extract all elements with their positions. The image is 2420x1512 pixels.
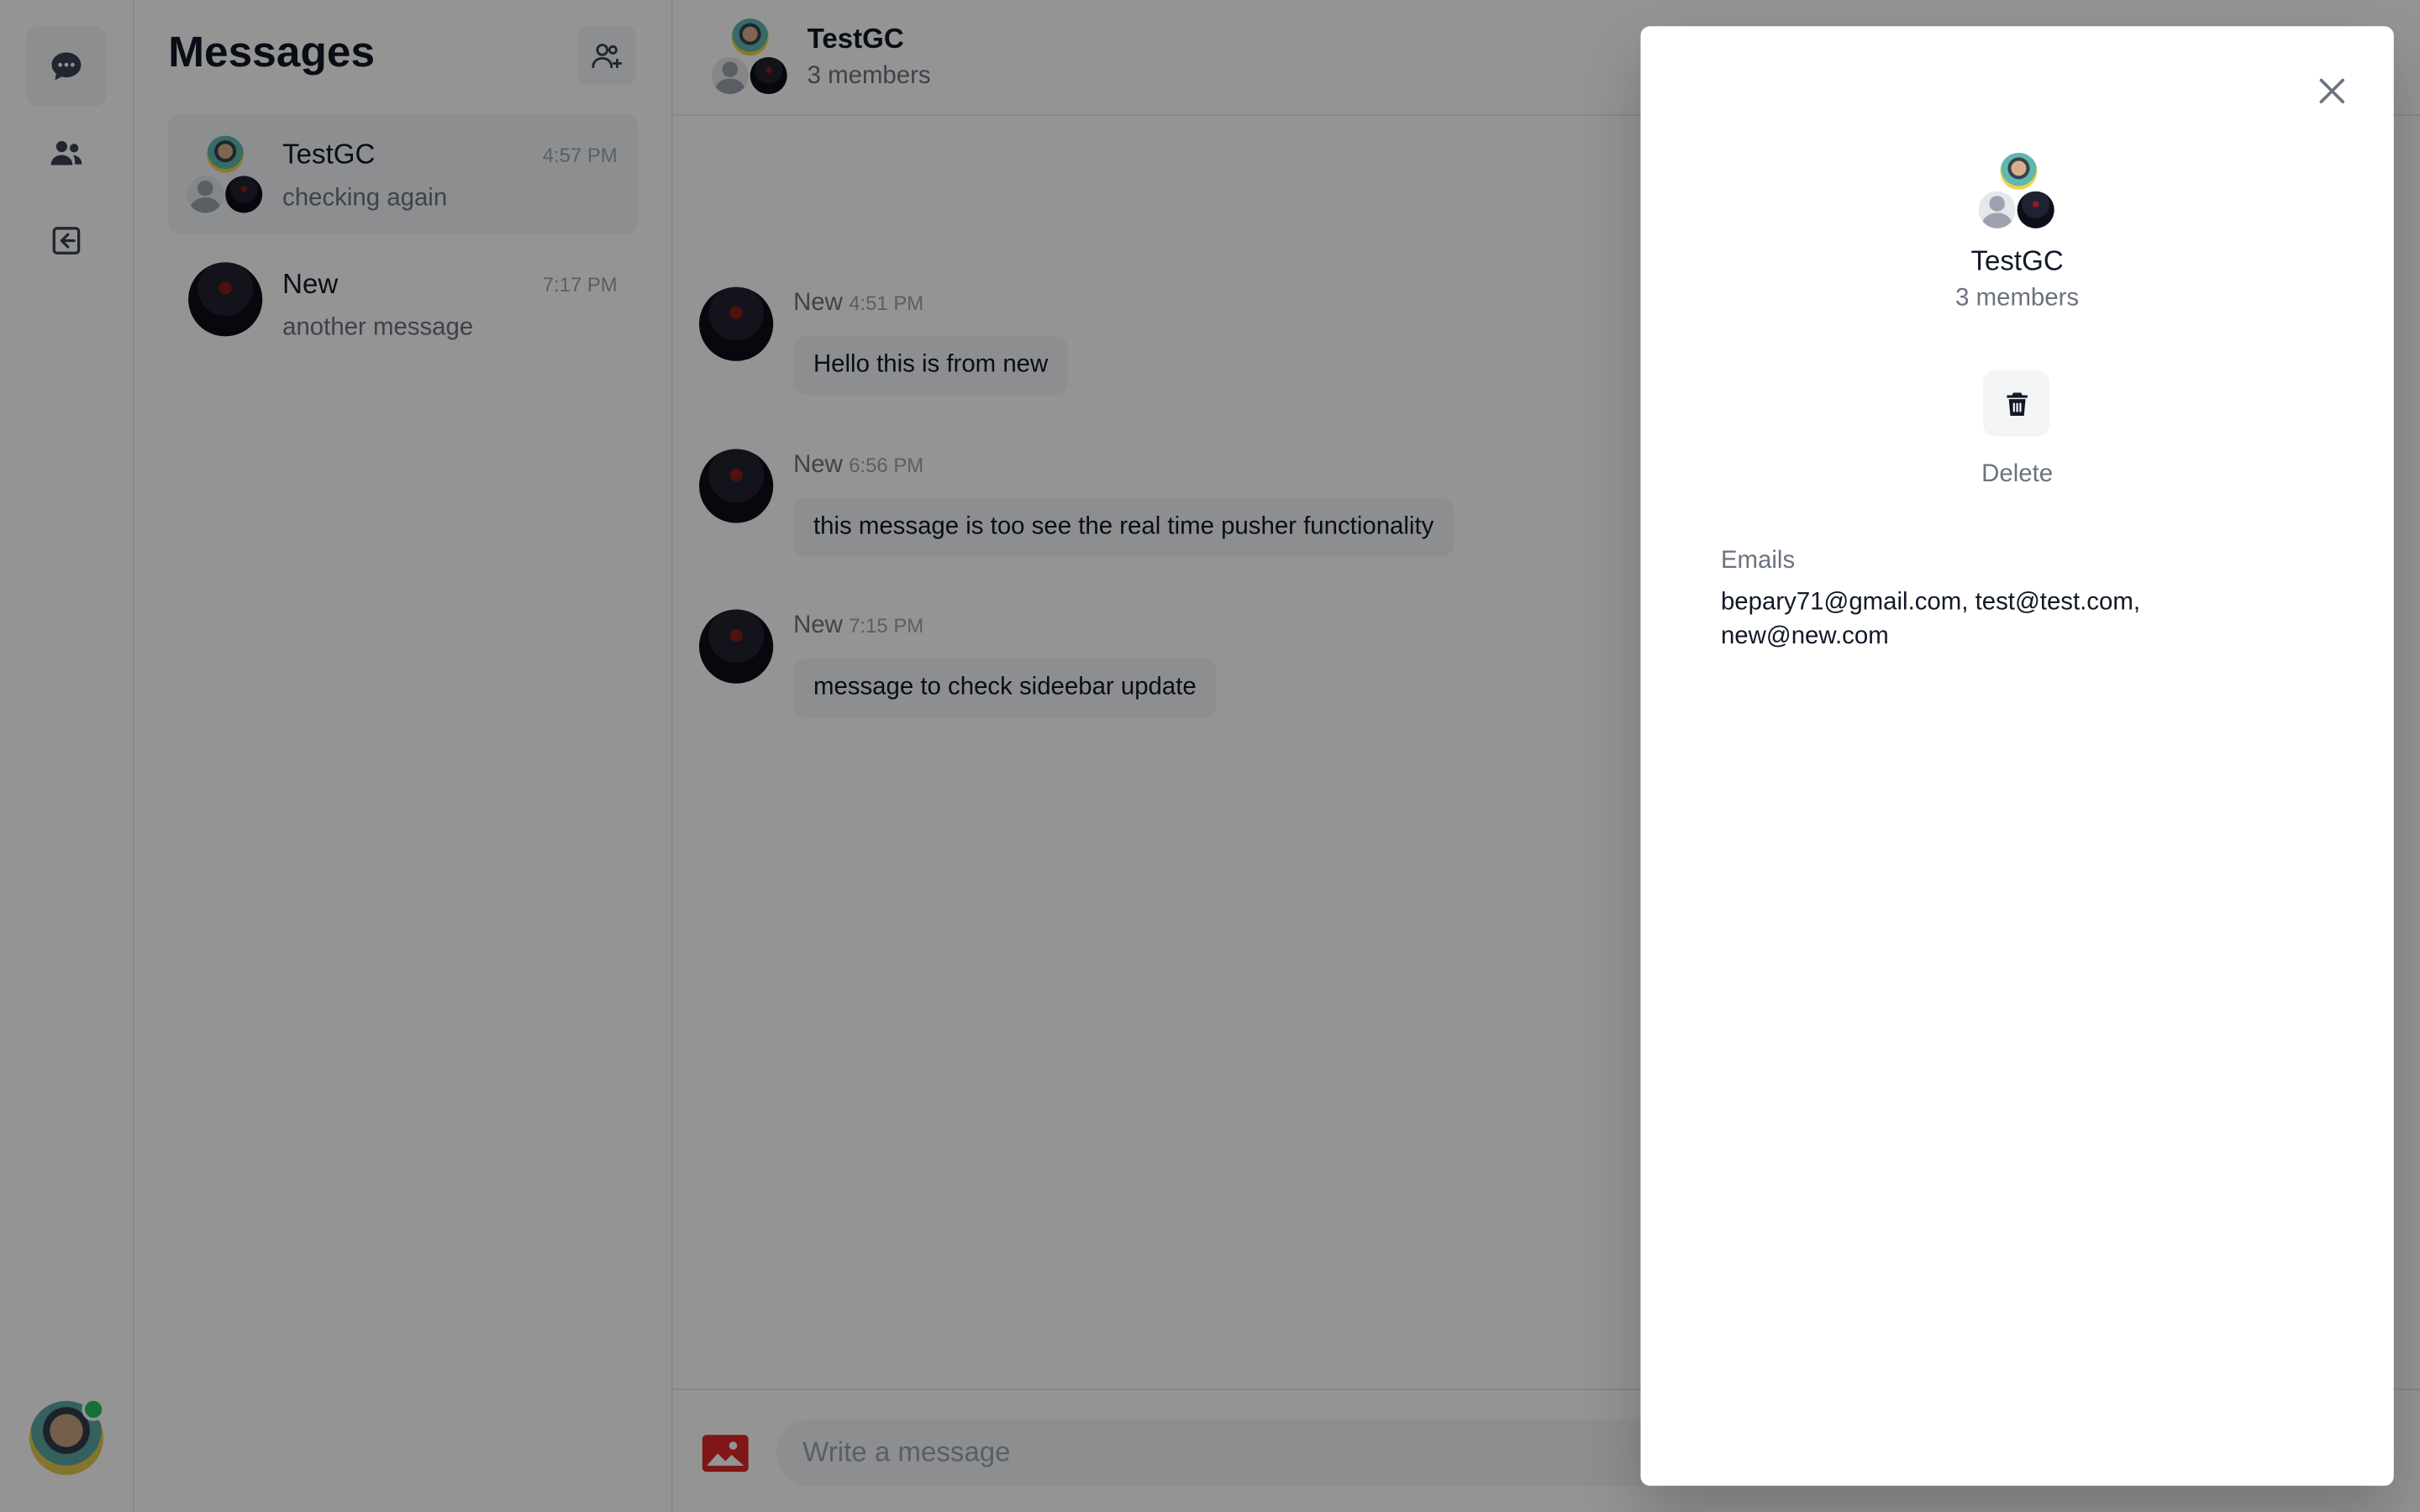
group-avatar-stack <box>1978 152 2060 234</box>
group-avatar <box>2000 152 2038 190</box>
drawer-member-count: 3 members <box>1955 285 2080 312</box>
emails-value: bepary71@gmail.com, test@test.com, new@n… <box>1720 589 2141 650</box>
group-avatar <box>2017 191 2054 228</box>
close-icon[interactable] <box>2313 72 2350 109</box>
delete-label: Delete <box>1981 461 2054 488</box>
group-avatar <box>1978 191 2016 228</box>
emails-label: Emails <box>1720 548 1796 575</box>
conversation-details-drawer: TestGC 3 members Delete Emails bepary71@… <box>1640 26 2394 1486</box>
drawer-title: TestGC <box>1970 245 2064 276</box>
trash-icon <box>2006 391 2027 416</box>
delete-button[interactable] <box>1983 370 2050 437</box>
